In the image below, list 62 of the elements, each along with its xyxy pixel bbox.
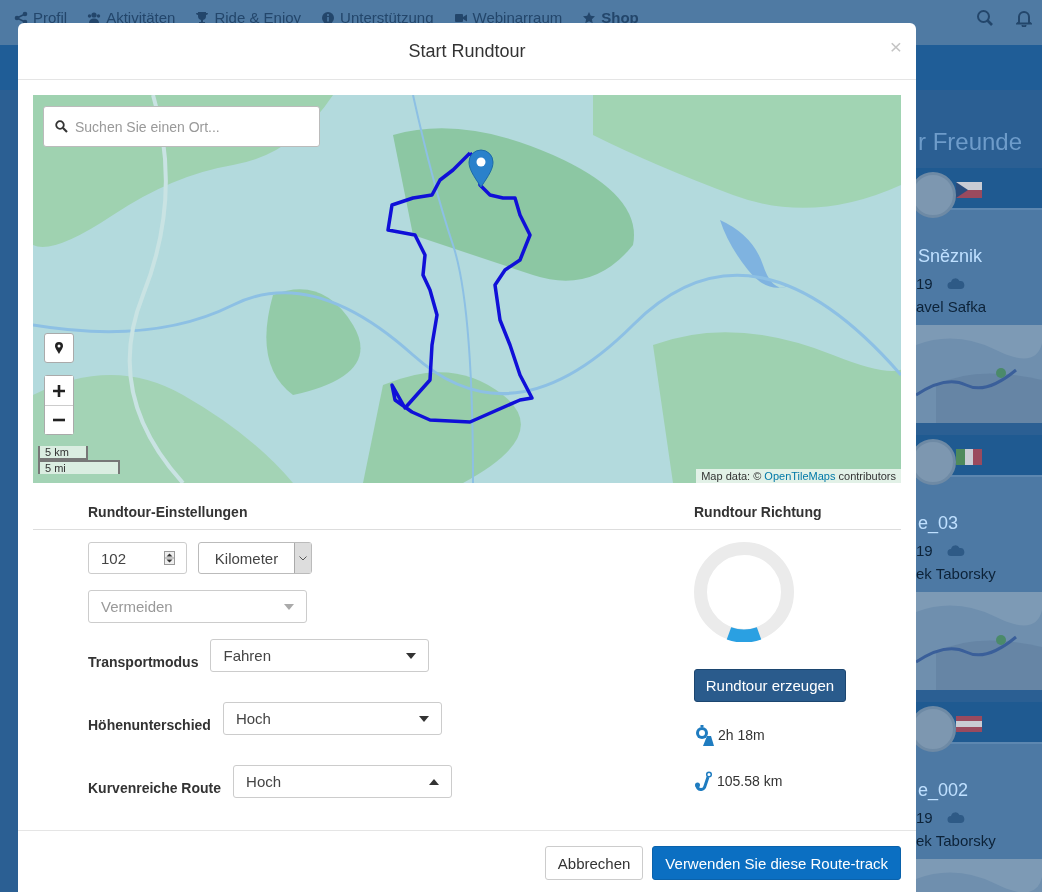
duration-text: 2h 18m [718,727,765,743]
map-pin-icon[interactable] [468,149,494,188]
flag-icon [956,449,982,465]
search-field[interactable]: Suchen Sie einen Ort... [43,106,320,147]
dropdown[interactable]: Hoch [222,702,442,735]
map-pin-icon [55,342,63,354]
nav-link[interactable]: Unterstützung [321,9,434,26]
avoid-dropdown[interactable]: Vermeiden [88,590,307,623]
cloud-icon [946,544,965,557]
nav-link[interactable]: Shop [582,9,639,26]
users-icon [87,10,102,25]
stopwatch-icon [694,724,714,746]
distance-text: 105.58 km [717,773,783,789]
flag-icon [956,182,982,198]
author-name: avel Safka [916,298,988,315]
map[interactable]: Suchen Sie einen Ort... 5 km 5 mi Map data: © OpenTileMaps contributors [33,95,901,483]
direction-dial-drawing[interactable] [694,542,794,642]
author-name: ek Taborsky [916,832,997,849]
field-label: Kurvenreiche Route [88,779,222,798]
field-label: Höhenunterschied [88,716,211,735]
spinner-icon[interactable] [164,551,175,565]
cancel-button[interactable]: Abbrechen [544,846,644,880]
section-heading: Rundtour-Einstellungen [33,483,694,530]
plus-icon [53,384,65,397]
caret-icon [284,603,294,610]
nav-link[interactable]: Profil [14,9,68,26]
activity-date: 19 [916,275,933,292]
activity-date: 19 [916,809,933,826]
nav-link[interactable]: Webinarraum [453,9,563,26]
dialog-title: Start Rundtour [408,40,526,62]
author-name: ek Taborsky [916,565,997,582]
section-heading: Rundtour Richtung [694,483,901,530]
chevron-down-icon [299,555,307,561]
activity-title[interactable]: Sněznik [918,246,1042,267]
search-icon [55,120,68,133]
confirm-button[interactable]: Verwenden Sie diese Route-track [652,846,901,880]
route-icon [694,771,713,791]
dropdown[interactable]: Hoch [233,765,453,798]
generate-button[interactable]: Rundtour erzeugen [694,669,846,702]
dropdown[interactable]: Fahren [210,639,430,672]
unit-dropdown[interactable]: Kilometer [198,542,312,574]
scale-bar: 5 km [38,446,88,460]
attribution-link[interactable]: OpenTileMaps [764,470,836,482]
trophy-icon [195,10,210,25]
activity-title[interactable]: e_002 [918,780,1042,801]
field-label: Transportmodus [88,653,199,672]
share-icon [14,10,28,25]
nav-link[interactable]: Aktivitäten [87,9,176,26]
zoom-out-button[interactable] [45,405,73,434]
cloud-icon [946,277,965,290]
cloud-icon [946,811,965,824]
number-field[interactable]: 102 [88,542,187,574]
star-icon [582,10,597,25]
activity-date: 19 [916,542,933,559]
activity-title[interactable]: e_03 [918,513,1042,534]
scale-bar: 5 mi [38,460,120,474]
info-icon [321,10,336,25]
flag-icon [956,716,982,732]
locate-button[interactable] [44,333,74,363]
attribution-text: Map data: © OpenTileMaps contributors [696,469,901,483]
close-button[interactable]: × [889,36,902,57]
section-heading: r Freunde [918,128,1024,156]
